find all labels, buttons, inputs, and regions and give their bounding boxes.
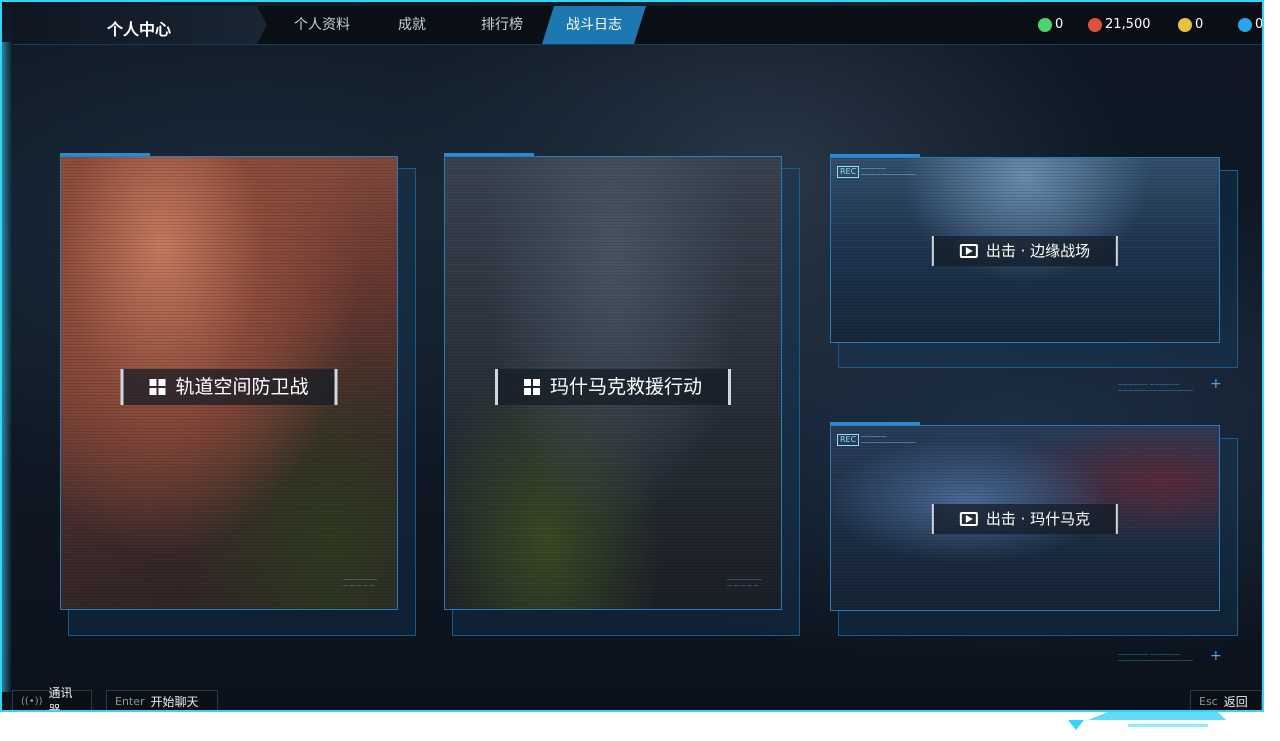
main-window: 个人中心 个人资料 成就 排行榜 战斗日志 0 21,500 0 0 轨道空间防… xyxy=(0,0,1264,712)
card-corner-accent xyxy=(60,153,150,156)
video-card-mashmark[interactable]: REC ————— ——————————— 出击 · 玛什马克 xyxy=(830,425,1220,611)
deco-text: ——————— — — — — — xyxy=(727,577,762,589)
mission-title: 轨道空间防卫战 xyxy=(175,376,309,398)
currency-gold: 0 xyxy=(1178,17,1203,32)
tab-achievements[interactable]: 成就 xyxy=(398,6,426,44)
rec-deco: ————— ——————————— xyxy=(861,434,916,446)
video-label: 出击 · 边缘战场 xyxy=(931,236,1119,266)
start-chat-button[interactable]: Enter 开始聊天 xyxy=(106,690,218,710)
currency-blue: 0 xyxy=(1238,17,1264,32)
frame-bottom-deco xyxy=(1068,712,1226,730)
plus-icon: + xyxy=(1210,376,1222,392)
tab-battle-log[interactable]: 战斗日志 xyxy=(542,6,646,44)
chat-key-hint: Enter xyxy=(115,694,145,708)
radio-icon: ((•)) xyxy=(21,695,43,707)
grid-icon xyxy=(523,379,540,395)
currency-red-value: 21,500 xyxy=(1105,17,1151,32)
blue-token-icon xyxy=(1238,17,1252,32)
rec-badge: REC xyxy=(837,166,860,178)
card-corner-accent xyxy=(444,153,534,156)
home-tab[interactable]: 个人中心 xyxy=(12,6,267,44)
red-coin-icon xyxy=(1088,17,1102,32)
card-corner-accent xyxy=(830,154,920,157)
video-title: 出击 · 玛什马克 xyxy=(985,510,1091,528)
frame-glow xyxy=(2,42,12,692)
communicator-button[interactable]: ((•)) 通讯器 xyxy=(12,686,92,710)
deco-text: ——————— — — — — — xyxy=(343,577,378,589)
home-tab-label: 个人中心 xyxy=(107,20,172,39)
gold-coin-icon xyxy=(1178,17,1192,32)
green-crystal-icon xyxy=(1038,17,1052,32)
start-chat-label: 开始聊天 xyxy=(150,694,199,709)
mission-label: 玛什马克救援行动 xyxy=(494,369,732,405)
currency-green-value: 0 xyxy=(1055,17,1064,32)
plus-icon: + xyxy=(1210,648,1222,664)
rec-deco: ————— ——————————— xyxy=(861,166,916,178)
tab-leaderboard[interactable]: 排行榜 xyxy=(481,6,523,44)
play-icon xyxy=(959,512,978,526)
currency-blue-value: 0 xyxy=(1255,17,1264,32)
grid-icon xyxy=(149,379,166,395)
back-button[interactable]: Esc 返回 xyxy=(1190,690,1262,710)
mission-label: 轨道空间防卫战 xyxy=(120,369,338,405)
back-label: 返回 xyxy=(1223,694,1248,709)
currency-gold-value: 0 xyxy=(1195,17,1204,32)
deco-text: —————— —————— ——————————————— xyxy=(1118,382,1193,394)
mission-card-orbital-defense[interactable]: 轨道空间防卫战 ——————— — — — — — xyxy=(60,156,398,610)
mission-card-mashmark-rescue[interactable]: 玛什马克救援行动 ——————— — — — — — xyxy=(444,156,782,610)
rec-badge: REC xyxy=(837,434,860,446)
back-key-hint: Esc xyxy=(1199,694,1218,708)
video-card-edge-battlefield[interactable]: REC ————— ——————————— 出击 · 边缘战场 xyxy=(830,157,1220,343)
mission-title: 玛什马克救援行动 xyxy=(549,376,703,398)
play-icon xyxy=(959,244,978,258)
card-corner-accent xyxy=(830,422,920,425)
currency-red: 21,500 xyxy=(1088,17,1151,32)
video-title: 出击 · 边缘战场 xyxy=(985,242,1091,260)
top-nav-bar: 个人中心 个人资料 成就 排行榜 战斗日志 0 21,500 0 0 xyxy=(12,6,1262,45)
video-label: 出击 · 玛什马克 xyxy=(931,504,1119,534)
deco-text: —————— —————— ——————————————— xyxy=(1118,652,1193,664)
communicator-label: 通讯器 xyxy=(48,686,73,712)
currency-green: 0 xyxy=(1038,17,1063,32)
tab-profile[interactable]: 个人资料 xyxy=(294,6,350,44)
